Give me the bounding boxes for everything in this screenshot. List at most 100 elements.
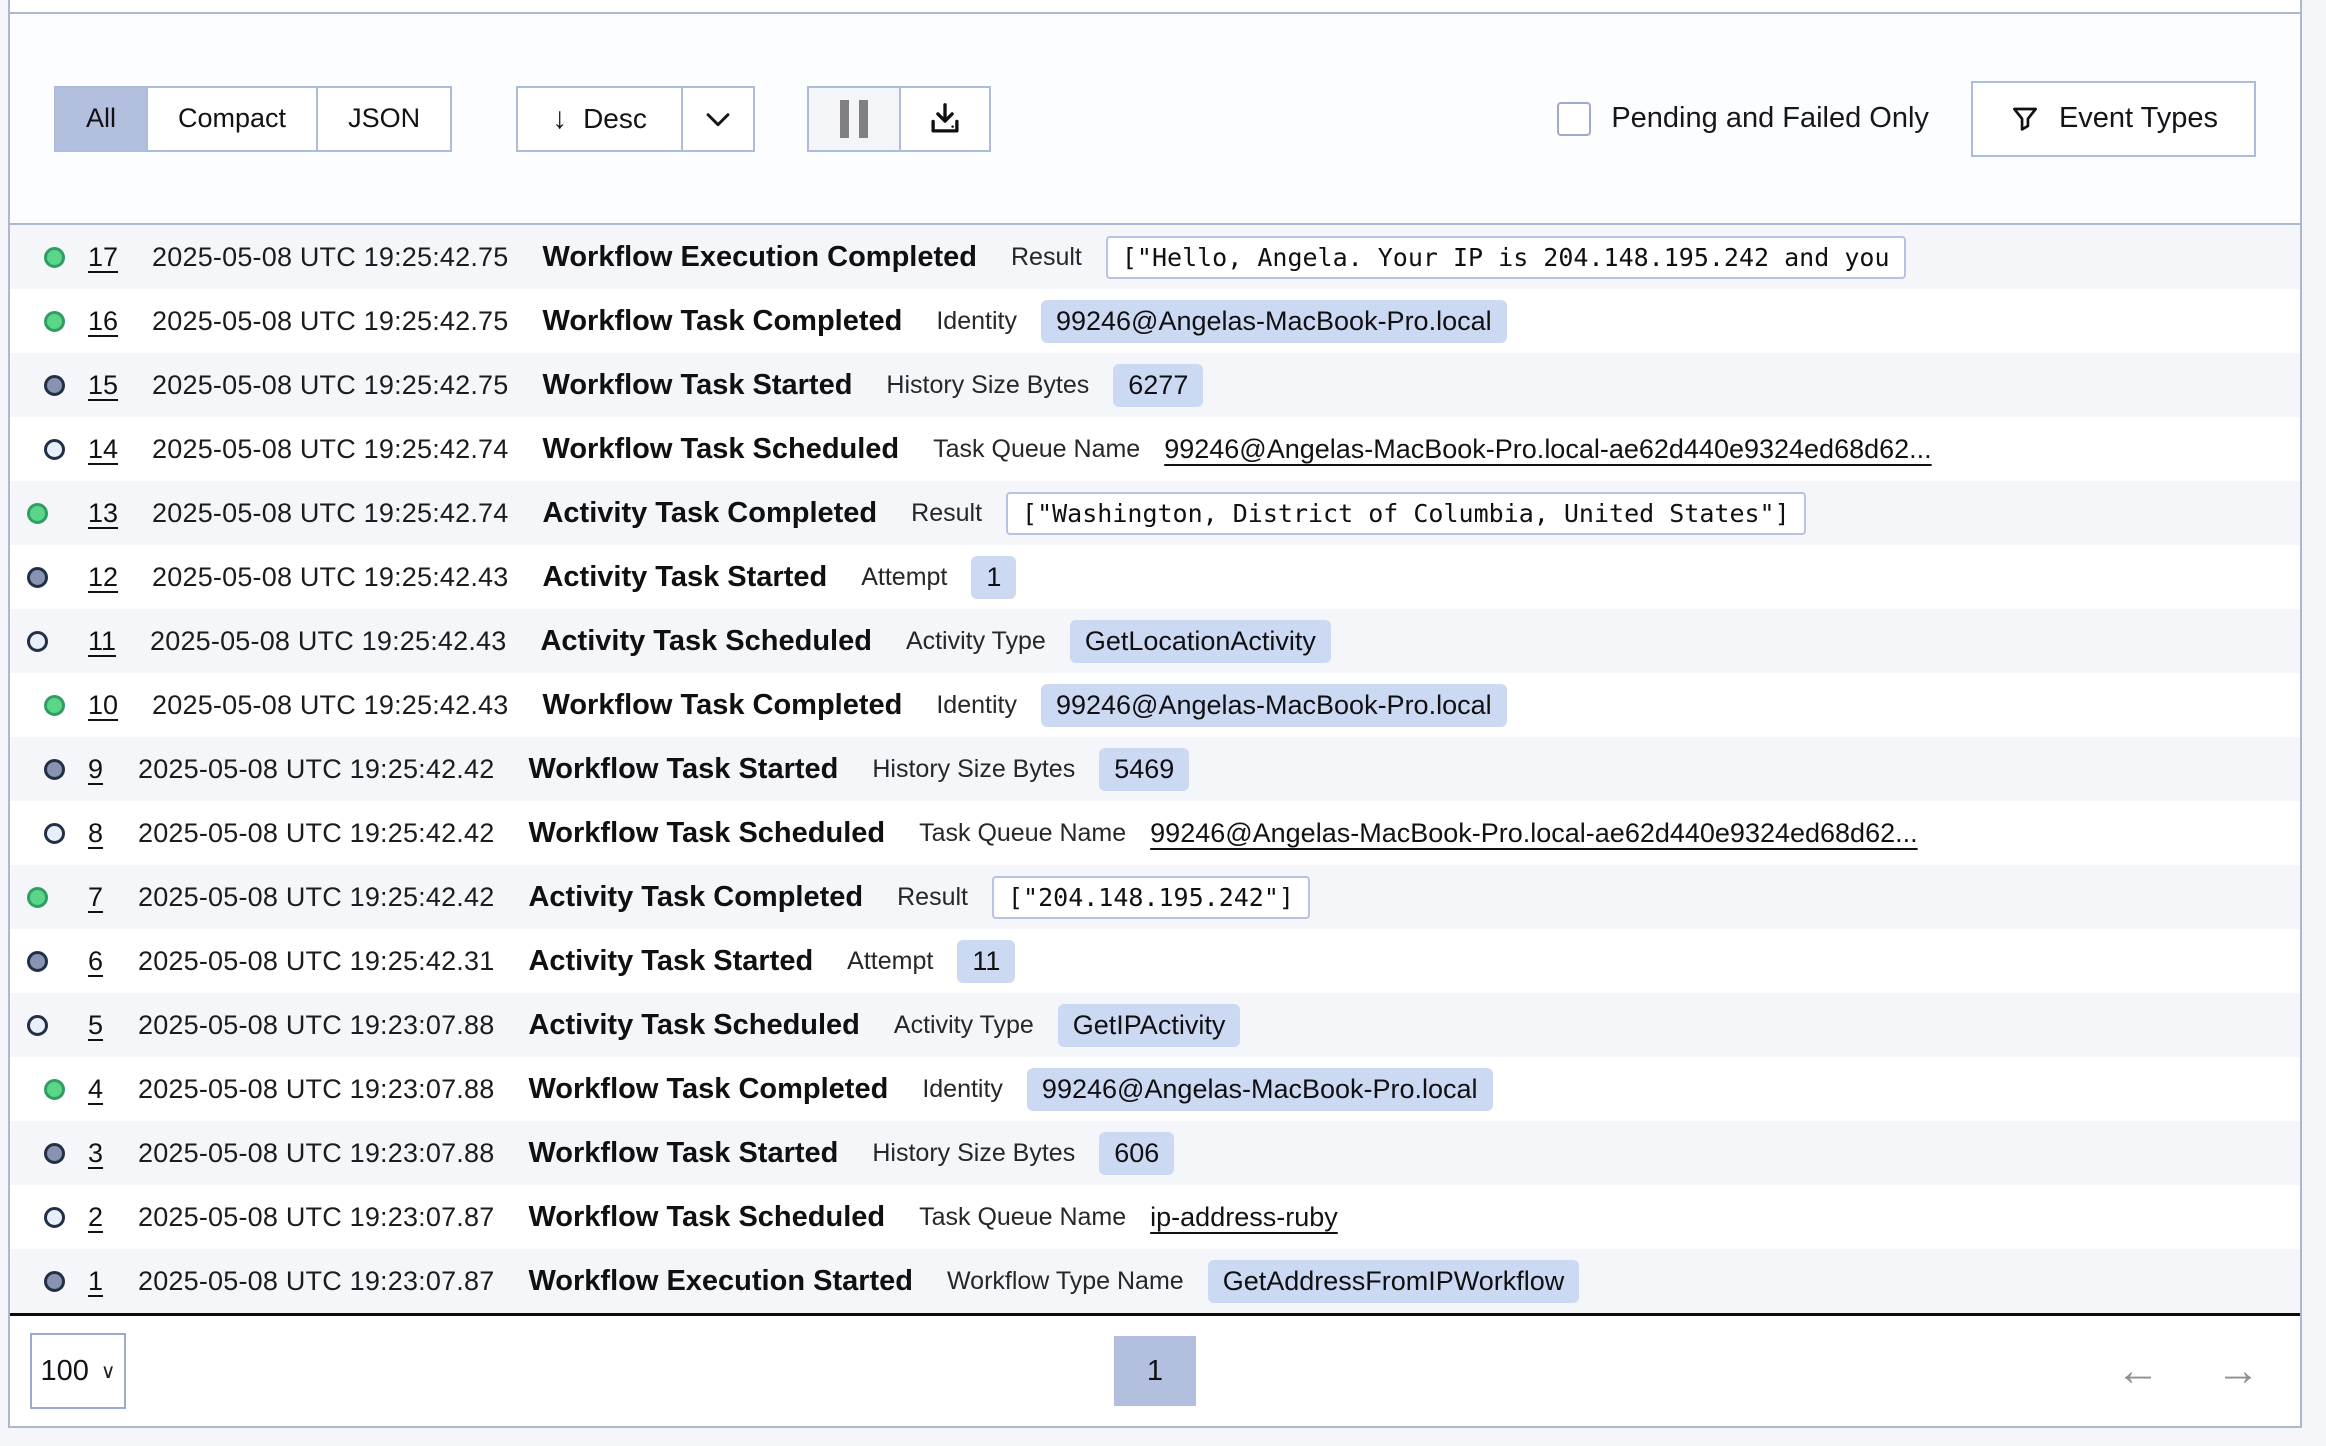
next-page-arrow-icon[interactable]: →: [2216, 1349, 2260, 1393]
event-row[interactable]: 92025-05-08 UTC 19:25:42.42Workflow Task…: [10, 737, 2300, 801]
event-status-dot-scheduled: [44, 823, 65, 844]
event-id-link[interactable]: 13: [88, 498, 118, 529]
event-row[interactable]: 102025-05-08 UTC 19:25:42.43Workflow Tas…: [10, 673, 2300, 737]
pending-failed-checkbox[interactable]: [1557, 102, 1591, 136]
event-row[interactable]: 32025-05-08 UTC 19:23:07.88Workflow Task…: [10, 1121, 2300, 1185]
event-id-link[interactable]: 6: [88, 946, 104, 977]
task-queue-link[interactable]: 99246@Angelas-MacBook-Pro.local-ae62d440…: [1150, 818, 1917, 849]
event-name: Activity Task Started: [528, 945, 813, 978]
event-row[interactable]: 2 2025-05-08 UTC 19:23:07.87 Workflow Task…: [10, 1185, 2300, 1249]
event-row[interactable]: 122025-05-08 UTC 19:25:42.43Activity Tas…: [10, 545, 2300, 609]
event-name: Workflow Task Started: [528, 753, 838, 786]
event-row[interactable]: 72025-05-08 UTC 19:25:42.42Activity Task…: [10, 865, 2300, 929]
event-detail-label: History Size Bytes: [872, 755, 1075, 784]
event-row[interactable]: 17 2025-05-08 UTC 19:25:42.75 Workflow Exe…: [10, 225, 2300, 289]
event-timestamp: 2025-05-08 UTC 19:23:07.88: [138, 1074, 494, 1105]
pending-failed-label: Pending and Failed Only: [1611, 102, 1929, 135]
event-id-link[interactable]: 17: [88, 242, 118, 273]
event-timestamp: 2025-05-08 UTC 19:23:07.88: [138, 1138, 494, 1169]
event-detail-badge: 6277: [1113, 364, 1203, 407]
event-name: Workflow Execution Started: [528, 1265, 913, 1298]
pause-updates-button[interactable]: [809, 88, 899, 150]
sort-desc-arrow-icon: ↓: [552, 104, 567, 134]
event-row[interactable]: 142025-05-08 UTC 19:25:42.74Workflow Tas…: [10, 417, 2300, 481]
view-mode-compact[interactable]: Compact: [146, 88, 316, 150]
event-id-link[interactable]: 1: [88, 1266, 104, 1297]
event-detail-label: Attempt: [847, 947, 933, 976]
toolbar-right-group: Pending and Failed Only Event Types: [1557, 81, 2256, 157]
event-name: Workflow Task Started: [542, 369, 852, 402]
event-detail-label: Workflow Type Name: [947, 1267, 1184, 1296]
event-timestamp: 2025-05-08 UTC 19:25:42.42: [138, 882, 494, 913]
sort-order-control: ↓ Desc: [516, 86, 755, 152]
event-name: Workflow Task Scheduled: [528, 1201, 885, 1234]
event-detail: Identity99246@Angelas-MacBook-Pro.local: [936, 300, 1506, 343]
event-name: Activity Task Scheduled: [540, 625, 871, 658]
view-mode-json[interactable]: JSON: [316, 88, 450, 150]
event-timestamp: 2025-05-08 UTC 19:23:07.87: [138, 1202, 494, 1233]
event-detail-label: Task Queue Name: [933, 435, 1140, 464]
event-timestamp: 2025-05-08 UTC 19:25:42.31: [138, 946, 494, 977]
event-row[interactable]: 82025-05-08 UTC 19:25:42.42Workflow Task…: [10, 801, 2300, 865]
event-detail-label: History Size Bytes: [886, 371, 1089, 400]
event-detail-label: Task Queue Name: [919, 819, 1126, 848]
task-queue-link[interactable]: 99246@Angelas-MacBook-Pro.local-ae62d440…: [1164, 434, 1931, 465]
event-status-dot-completed: [44, 247, 65, 268]
event-detail-badge: GetIPActivity: [1058, 1004, 1241, 1047]
event-detail: Workflow Type Name GetAddressFromIPWorkfl…: [947, 1260, 1579, 1303]
page-size-select[interactable]: 100 ∨: [30, 1333, 126, 1409]
event-types-filter-button[interactable]: Event Types: [1971, 81, 2256, 157]
page-size-value: 100: [40, 1355, 88, 1388]
event-timestamp: 2025-05-08 UTC 19:25:42.75: [152, 242, 508, 273]
event-detail: Result["204.148.195.242"]: [897, 876, 1310, 919]
event-id-link[interactable]: 9: [88, 754, 104, 785]
event-status-dot-scheduled: [44, 1207, 65, 1228]
event-row[interactable]: 42025-05-08 UTC 19:23:07.88Workflow Task…: [10, 1057, 2300, 1121]
event-status-dot-completed: [44, 311, 65, 332]
event-row[interactable]: 6 2025-05-08 UTC 19:25:42.31 Activity Task…: [10, 929, 2300, 993]
event-name: Activity Task Scheduled: [528, 1009, 859, 1042]
event-timestamp: 2025-05-08 UTC 19:25:42.75: [152, 370, 508, 401]
event-id-link[interactable]: 11: [88, 626, 116, 657]
event-id-link[interactable]: 2: [88, 1202, 104, 1233]
event-id-link[interactable]: 8: [88, 818, 104, 849]
event-id-link[interactable]: 5: [88, 1010, 104, 1041]
current-page-button[interactable]: 1: [1114, 1336, 1196, 1406]
event-id-link[interactable]: 10: [88, 690, 118, 721]
event-row[interactable]: 52025-05-08 UTC 19:23:07.88Activity Task…: [10, 993, 2300, 1057]
event-id-link[interactable]: 4: [88, 1074, 104, 1105]
event-row[interactable]: 112025-05-08 UTC 19:25:42.43Activity Tas…: [10, 609, 2300, 673]
event-id-link[interactable]: 3: [88, 1138, 104, 1169]
event-detail: Attempt 11: [847, 940, 1015, 983]
event-name: Workflow Execution Completed: [542, 241, 977, 274]
download-history-button[interactable]: [899, 88, 989, 150]
event-row[interactable]: 15 2025-05-08 UTC 19:25:42.75 Workflow Tas…: [10, 353, 2300, 417]
event-row[interactable]: 12025-05-08 UTC 19:23:07.87Workflow Exec…: [10, 1249, 2300, 1313]
event-timestamp: 2025-05-08 UTC 19:25:42.74: [152, 498, 508, 529]
sort-options-dropdown-button[interactable]: [681, 88, 753, 150]
previous-page-arrow-icon[interactable]: ←: [2116, 1349, 2160, 1393]
event-detail-result-code: ["Hello, Angela. Your IP is 204.148.195.…: [1106, 236, 1906, 279]
event-detail-label: Result: [897, 883, 968, 912]
event-detail-badge: 606: [1099, 1132, 1174, 1175]
event-id-link[interactable]: 15: [88, 370, 118, 401]
event-name: Activity Task Started: [542, 561, 827, 594]
event-types-label: Event Types: [2059, 102, 2218, 135]
event-detail-label: Identity: [936, 307, 1017, 336]
view-mode-all[interactable]: All: [56, 88, 146, 150]
event-id-link[interactable]: 7: [88, 882, 104, 913]
event-detail-badge: 11: [957, 940, 1015, 983]
event-detail-label: History Size Bytes: [872, 1139, 1075, 1168]
event-row[interactable]: 162025-05-08 UTC 19:25:42.75Workflow Tas…: [10, 289, 2300, 353]
event-id-link[interactable]: 16: [88, 306, 118, 337]
task-queue-link[interactable]: ip-address-ruby: [1150, 1202, 1338, 1233]
sort-desc-button[interactable]: ↓ Desc: [518, 88, 681, 150]
event-detail-badge: GetAddressFromIPWorkflow: [1208, 1260, 1580, 1303]
event-detail-result-code: ["Washington, District of Columbia, Unit…: [1006, 492, 1806, 535]
event-id-link[interactable]: 12: [88, 562, 118, 593]
event-id-link[interactable]: 14: [88, 434, 118, 465]
event-row[interactable]: 132025-05-08 UTC 19:25:42.74Activity Tas…: [10, 481, 2300, 545]
event-status-dot-started: [44, 1143, 65, 1164]
history-actions-group: [807, 86, 991, 152]
event-status-dot-scheduled: [27, 631, 48, 652]
